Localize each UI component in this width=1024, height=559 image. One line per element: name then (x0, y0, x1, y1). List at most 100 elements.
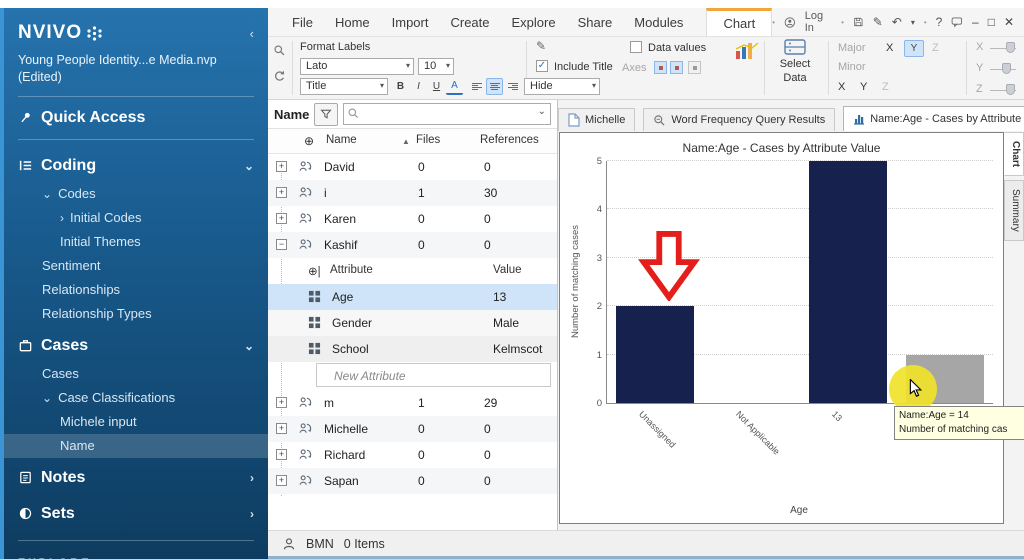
case-row-m[interactable]: +m129 (268, 390, 557, 416)
chart-bar-unassigned[interactable] (616, 306, 694, 403)
tab-summary[interactable]: Summary (1004, 180, 1024, 241)
feedback-icon[interactable] (951, 16, 963, 28)
column-references[interactable]: References (480, 134, 539, 146)
minimize-button[interactable]: – (972, 15, 979, 29)
doc-tab-word-frequency[interactable]: Word Frequency Query Results (643, 108, 835, 131)
minor-y-button[interactable]: Y (860, 81, 867, 93)
attribute-row-school[interactable]: SchoolKelmscot (268, 336, 557, 362)
sidebar-item-relationships[interactable]: Relationships (4, 278, 268, 302)
data-values-checkbox[interactable] (630, 41, 642, 53)
menu-tab-chart[interactable]: Chart (706, 8, 772, 36)
expander-icon[interactable]: + (276, 397, 287, 408)
sidebar-item-quick-access[interactable]: Quick Access (4, 107, 268, 129)
align-left-button[interactable] (468, 78, 485, 95)
menu-share[interactable]: Share (567, 8, 624, 36)
font-family-select[interactable]: Lato▾ (300, 58, 414, 75)
sidebar-item-name[interactable]: Name (4, 434, 268, 458)
account-icon[interactable] (784, 16, 796, 29)
edit-icon[interactable]: ✎ (873, 15, 883, 29)
underline-button[interactable]: U (428, 78, 445, 95)
case-row-michelle[interactable]: +Michelle00 (268, 416, 557, 442)
chevron-down-icon[interactable]: ⌄ (538, 106, 546, 117)
attribute-row-age[interactable]: Age13 (268, 284, 557, 310)
column-files[interactable]: Files (416, 134, 440, 146)
include-title-checkbox[interactable]: ✓ (536, 60, 548, 72)
rotate-y-slider-handle[interactable] (1002, 63, 1011, 74)
font-color-button[interactable]: A (446, 78, 463, 95)
edit-chart-icon[interactable]: ✎ (536, 39, 546, 53)
search-input[interactable] (364, 105, 532, 123)
tab-chart[interactable]: Chart (1004, 132, 1024, 176)
label-target-select[interactable]: Title▾ (300, 78, 388, 95)
sidebar-item-relationship-types[interactable]: Relationship Types (4, 302, 268, 326)
expander-icon[interactable]: + (276, 187, 287, 198)
maximize-button[interactable]: □ (988, 15, 995, 29)
axes-toggle-y[interactable] (670, 61, 683, 74)
doc-tab-michelle[interactable]: Michelle (558, 108, 635, 131)
expander-icon[interactable]: + (276, 449, 287, 460)
chevron-down-icon[interactable]: ▾ (911, 18, 915, 27)
case-row-david[interactable]: +David00 (268, 154, 557, 180)
help-icon[interactable]: ? (936, 15, 943, 29)
axes-toggle-x[interactable] (654, 61, 667, 74)
circle-plus-icon[interactable]: ⊕ (304, 134, 314, 148)
sidebar-item-coding[interactable]: Coding⌄ (4, 150, 268, 182)
minor-z-button[interactable]: Z (882, 81, 889, 93)
doc-tab-chart[interactable]: Name:Age - Cases by Attribute Value ✕ (843, 106, 1024, 131)
menu-create[interactable]: Create (439, 8, 500, 36)
expander-icon[interactable]: + (276, 423, 287, 434)
column-name[interactable]: Name (326, 134, 357, 146)
expander-icon[interactable]: + (276, 213, 287, 224)
sidebar-item-michele-input[interactable]: Michele input (4, 410, 268, 434)
case-row-kashif[interactable]: −Kashif00 (268, 232, 557, 258)
case-row-richard[interactable]: +Richard00 (268, 442, 557, 468)
close-button[interactable]: ✕ (1004, 15, 1014, 29)
minor-x-button[interactable]: X (838, 81, 845, 93)
case-row-i[interactable]: +i130 (268, 180, 557, 206)
case-row-karen[interactable]: +Karen00 (268, 206, 557, 232)
menu-home[interactable]: Home (324, 8, 381, 36)
menu-modules[interactable]: Modules (623, 8, 694, 36)
chart-style-icon[interactable] (734, 41, 760, 61)
save-icon[interactable] (853, 16, 864, 28)
sidebar-item-sets[interactable]: Sets› (4, 498, 268, 530)
bold-button[interactable]: B (392, 78, 409, 95)
align-right-button[interactable] (504, 78, 521, 95)
sidebar-item-case-classifications[interactable]: ⌄Case Classifications (4, 386, 268, 410)
sidebar-collapse-icon[interactable]: ‹ (250, 26, 254, 41)
sidebar-item-codes[interactable]: ⌄Codes (4, 182, 268, 206)
menu-explore[interactable]: Explore (501, 8, 567, 36)
sidebar-item-cases[interactable]: Cases⌄ (4, 330, 268, 362)
sidebar-item-explore[interactable]: EXPLORE (4, 551, 268, 559)
hide-select[interactable]: Hide▾ (524, 78, 600, 95)
axes-toggle-z[interactable] (688, 61, 701, 74)
expander-icon[interactable]: − (276, 239, 287, 250)
log-in-button[interactable]: Log In (805, 10, 832, 34)
menu-file[interactable]: File (268, 8, 324, 36)
attribute-row-gender[interactable]: GenderMale (268, 310, 557, 336)
sidebar-item-sentiment[interactable]: Sentiment (4, 254, 268, 278)
menu-import[interactable]: Import (381, 8, 440, 36)
major-x-button[interactable]: X (886, 42, 893, 54)
search-icon[interactable] (273, 44, 286, 57)
refresh-icon[interactable] (273, 70, 286, 83)
sidebar-item-cases[interactable]: Cases (4, 362, 268, 386)
case-row-sapan[interactable]: +Sapan00 (268, 468, 557, 494)
italic-button[interactable]: I (410, 78, 427, 95)
sidebar-item-notes[interactable]: Notes› (4, 462, 268, 494)
expander-icon[interactable]: + (276, 475, 287, 486)
align-center-button[interactable] (486, 78, 503, 95)
expander-icon[interactable]: + (276, 161, 287, 172)
sidebar-item-initial-themes[interactable]: Initial Themes (4, 230, 268, 254)
rotate-x-slider-handle[interactable] (1006, 42, 1015, 53)
rotate-z-slider-handle[interactable] (1006, 84, 1015, 95)
chart-bar-13[interactable] (809, 161, 887, 403)
major-z-button[interactable]: Z (932, 42, 939, 54)
sidebar-item-initial-codes[interactable]: ›Initial Codes (4, 206, 268, 230)
circle-plus-icon[interactable]: ⊕| (308, 264, 321, 278)
major-y-button[interactable]: Y (904, 40, 924, 57)
undo-icon[interactable]: ↶ (892, 15, 902, 29)
font-size-select[interactable]: 10▾ (418, 58, 454, 75)
filter-button[interactable] (314, 103, 338, 126)
select-data-button[interactable]: SelectData (768, 39, 822, 86)
